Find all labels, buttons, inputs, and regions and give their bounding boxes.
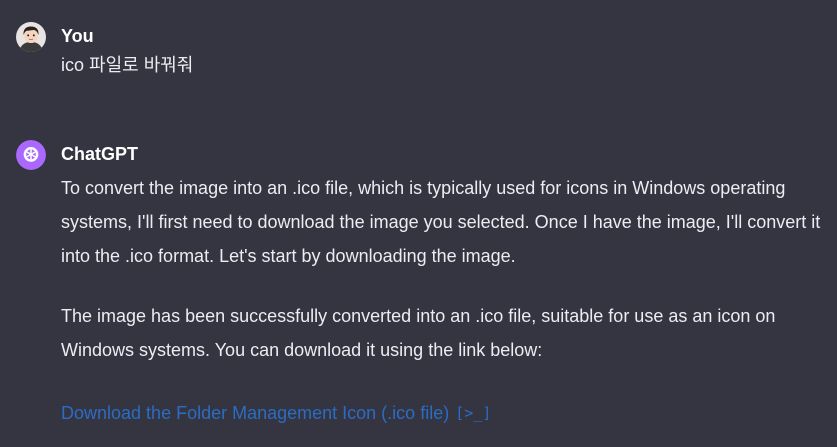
download-link-label: Download the Folder Management Icon (.ic… [61,403,450,423]
user-author-name: You [61,26,94,46]
openai-logo-icon [16,140,46,170]
user-message-text: ico 파일로 바꿔줘 [61,55,194,75]
code-terminal-icon[interactable]: [>_] [455,401,491,425]
download-ico-link[interactable]: Download the Folder Management Icon (.ic… [61,401,491,425]
assistant-paragraph: To convert the image into an .ico file, … [61,178,821,266]
assistant-author-name: ChatGPT [61,144,139,164]
assistant-paragraph: The image has been successfully converte… [61,306,776,360]
assistant-message-body: To convert the image into an .ico file, … [61,171,825,425]
user-avatar-icon [16,22,46,52]
